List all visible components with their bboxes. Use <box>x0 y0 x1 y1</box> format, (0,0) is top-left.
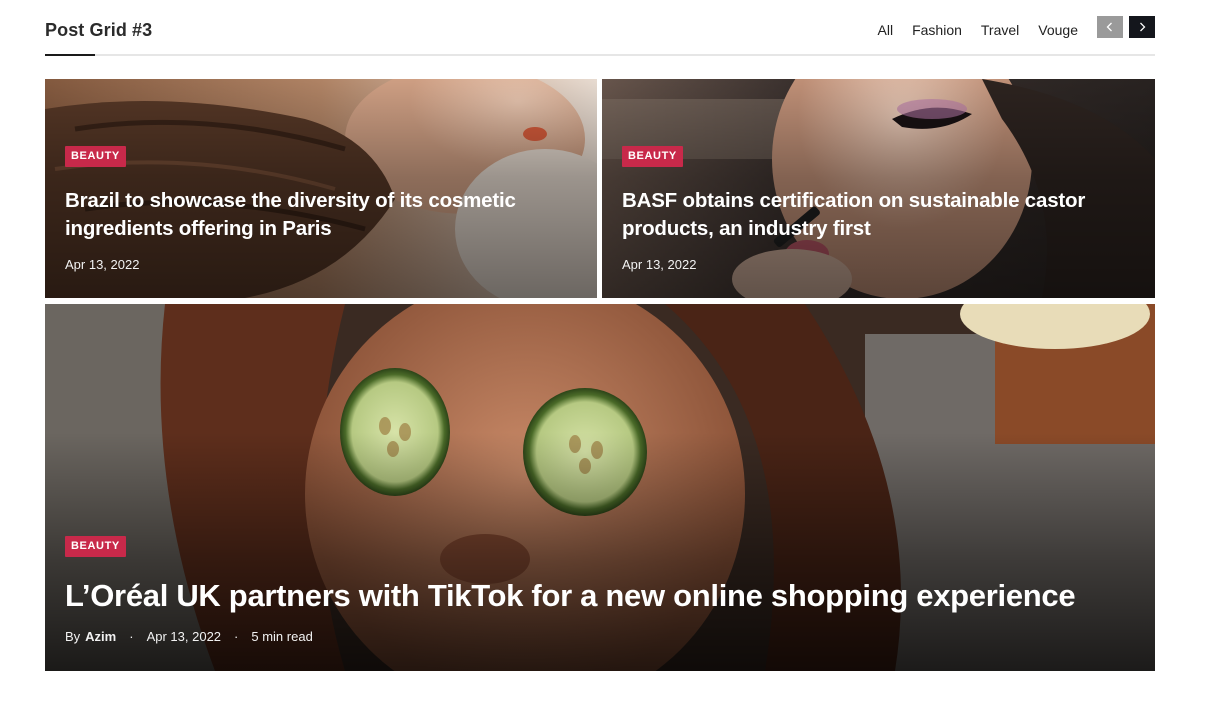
post-date: Apr 13, 2022 <box>65 257 140 272</box>
section-title: Post Grid #3 <box>45 20 153 40</box>
by-label: By <box>65 629 81 644</box>
header-accent-bar <box>45 54 95 56</box>
post-date: Apr 13, 2022 <box>146 629 222 644</box>
post-date: Apr 13, 2022 <box>622 257 697 272</box>
chevron-left-icon <box>1106 22 1112 32</box>
filter-tab-travel[interactable]: Travel <box>981 21 1019 39</box>
filter-tab-vouge[interactable]: Vouge <box>1038 21 1078 39</box>
post-title[interactable]: L’Oréal UK partners with TikTok for a ne… <box>65 578 1076 614</box>
header-divider <box>45 54 1155 56</box>
category-badge[interactable]: BEAUTY <box>65 146 126 167</box>
featured-post-card[interactable]: BEAUTY L’Oréal UK partners with TikTok f… <box>45 304 1155 671</box>
author-link[interactable]: Azim <box>85 629 116 644</box>
post-grid-header: Post Grid #3 All Fashion Travel Vouge <box>45 14 1155 56</box>
post-card[interactable]: BEAUTY Brazil to showcase the diversity … <box>45 79 597 298</box>
next-page-button[interactable] <box>1129 16 1155 38</box>
category-filter-tabs: All Fashion Travel Vouge <box>859 21 1078 39</box>
post-title[interactable]: Brazil to showcase the diversity of its … <box>65 187 565 243</box>
previous-page-button[interactable] <box>1097 16 1123 38</box>
read-time: 5 min read <box>251 629 313 644</box>
post-title[interactable]: BASF obtains certification on sustainabl… <box>622 187 1122 243</box>
post-card[interactable]: BEAUTY BASF obtains certification on sus… <box>602 79 1155 298</box>
category-badge[interactable]: BEAUTY <box>622 146 683 167</box>
image-overlay <box>45 304 1155 671</box>
chevron-right-icon <box>1140 22 1146 32</box>
category-badge[interactable]: BEAUTY <box>65 536 126 557</box>
filter-tab-all[interactable]: All <box>878 21 894 39</box>
post-meta: By Azim · Apr 13, 2022 · 5 min read <box>65 629 313 644</box>
meta-separator: · <box>129 629 134 644</box>
filter-tab-fashion[interactable]: Fashion <box>912 21 962 39</box>
meta-separator: · <box>234 629 239 644</box>
